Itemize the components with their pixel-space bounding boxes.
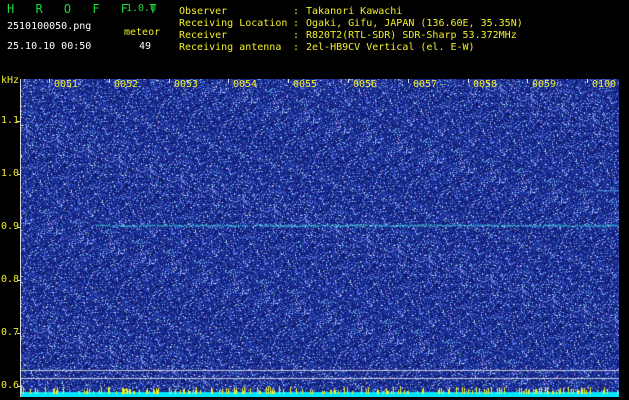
info-label-antenna: Receiving antenna (179, 42, 282, 53)
spectrogram-canvas (21, 79, 619, 397)
y-axis-unit: kHz (1, 75, 20, 86)
meteor-count: 49 (139, 41, 152, 52)
x-tick-mark (169, 79, 170, 83)
info-sep: : (293, 30, 300, 41)
x-tick-mark (109, 79, 110, 83)
x-tick-label: 0051 (54, 79, 79, 90)
meteor-label: meteor (124, 27, 161, 38)
info-value-observer: Takanori Kawachi (306, 6, 403, 17)
y-tick-label: 0.9 (1, 221, 20, 232)
x-tick-mark (468, 79, 469, 83)
info-value-receiver: R820T2(RTL-SDR) SDR-Sharp 53.372MHz (306, 30, 517, 41)
x-tick-mark (587, 79, 588, 83)
header-panel: H R O F F T 1.0.0 2510100050.png meteor … (0, 0, 629, 74)
app-version: 1.0.0 (126, 3, 157, 14)
info-value-antenna: 2el-HB9CV Vertical (el. E-W) (306, 42, 475, 53)
info-sep: : (293, 6, 300, 17)
info-value-location: Ogaki, Gifu, JAPAN (136.60E, 35.35N) (306, 18, 523, 29)
x-tick-label: 0053 (174, 79, 199, 90)
x-tick-label: 0055 (293, 79, 318, 90)
x-tick-mark (348, 79, 349, 83)
timestamp: 25.10.10 00:50 (7, 41, 92, 52)
x-tick-label: 0054 (233, 79, 258, 90)
x-tick-label: 0052 (114, 79, 139, 90)
y-axis-line (20, 79, 21, 397)
y-tick-label: 0.7 (1, 327, 20, 338)
x-tick-mark (228, 79, 229, 83)
info-label-receiver: Receiver (179, 30, 228, 41)
info-sep: : (293, 42, 300, 53)
y-tick-label: 1.1 (1, 115, 20, 126)
x-tick-label: 0058 (473, 79, 498, 90)
file-name: 2510100050.png (7, 21, 92, 32)
spectrogram-plot (21, 79, 619, 397)
x-tick-mark (288, 79, 289, 83)
y-tick-label: 0.8 (1, 274, 20, 285)
x-tick-label: 0059 (532, 79, 557, 90)
y-tick-label: 0.6 (1, 380, 20, 391)
x-tick-label: 0057 (413, 79, 438, 90)
x-tick-label: 0100 (592, 79, 617, 90)
x-tick-label: 0056 (353, 79, 378, 90)
info-label-observer: Observer (179, 6, 228, 17)
info-label-location: Receiving Location (179, 18, 288, 29)
x-tick-mark (527, 79, 528, 83)
y-tick-label: 1.0 (1, 168, 20, 179)
x-tick-mark (49, 79, 50, 83)
x-tick-mark (408, 79, 409, 83)
info-sep: : (293, 18, 300, 29)
